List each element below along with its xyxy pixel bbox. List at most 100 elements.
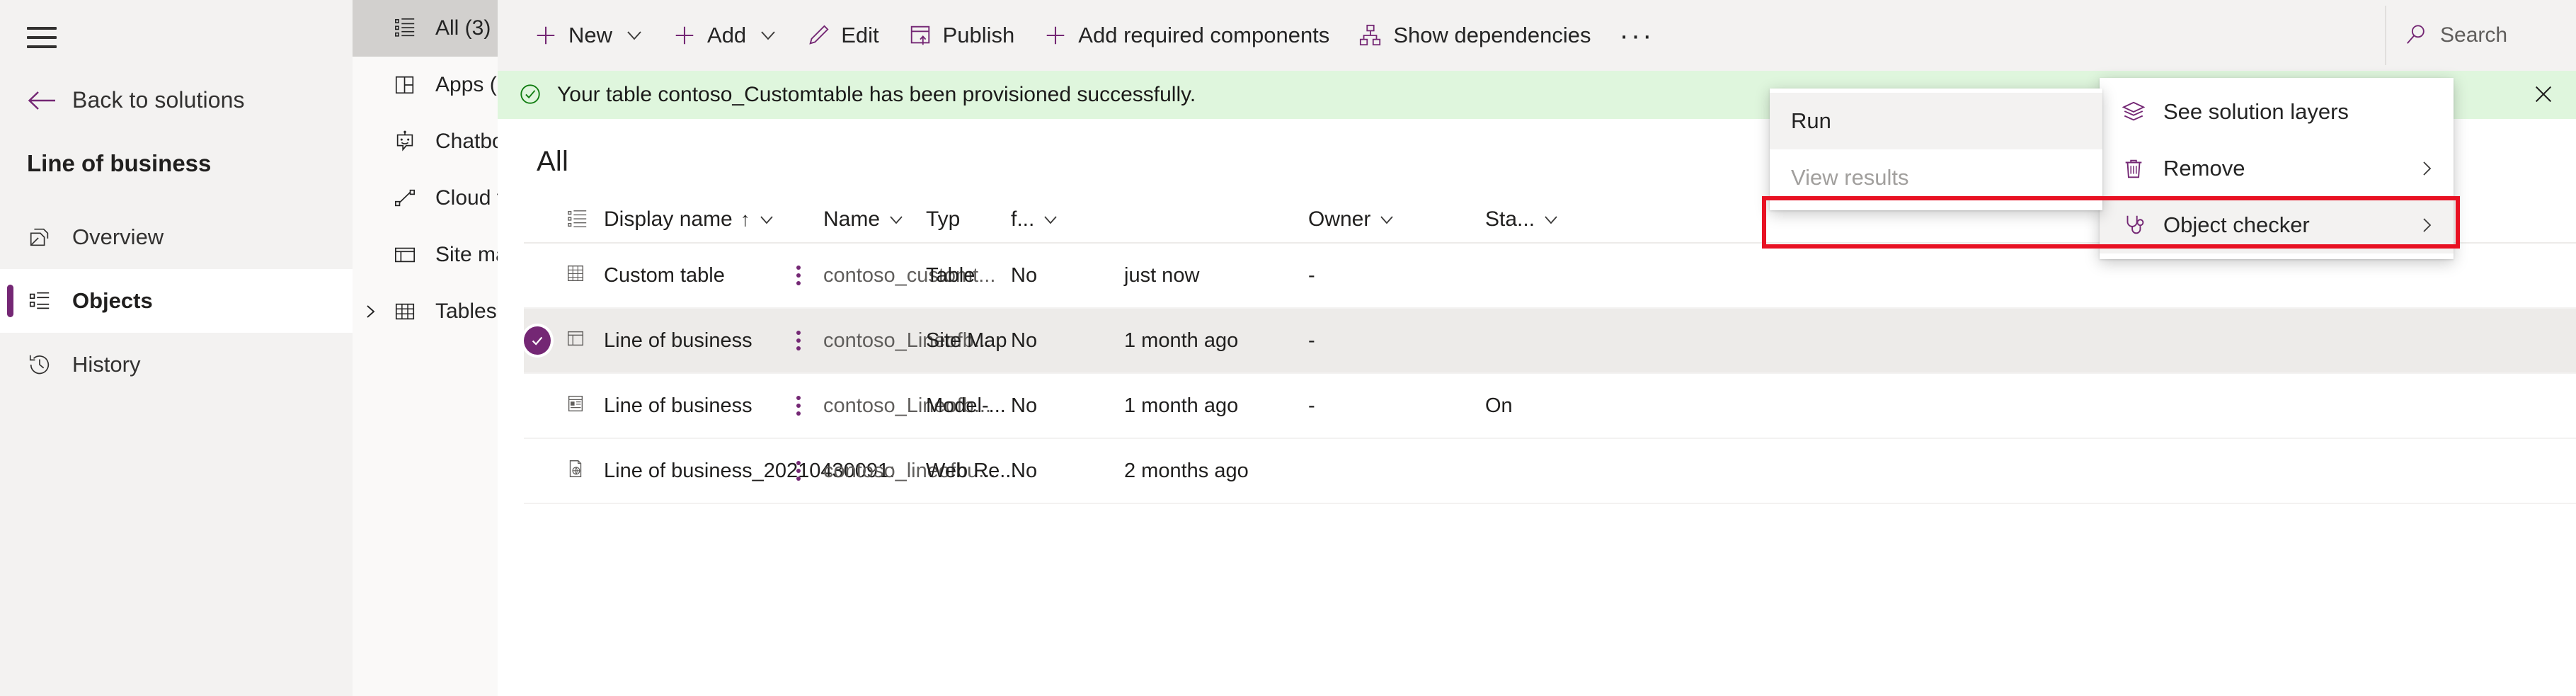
cell-text: 1 month ago bbox=[1124, 394, 1238, 417]
column-label: Display name bbox=[604, 207, 733, 232]
table-row[interactable]: Line of business contoso_Lineofb... Site… bbox=[524, 309, 2576, 374]
cell-type: Model-... bbox=[926, 394, 1011, 418]
cell-name: contoso_Lineofb... bbox=[823, 329, 926, 353]
cell-text: - bbox=[1308, 329, 1315, 352]
cell-status: On bbox=[1485, 394, 1605, 418]
object-checker-submenu: Run View results bbox=[1770, 89, 2102, 210]
cell-display-name[interactable]: Line of business bbox=[604, 394, 774, 418]
cell-text: Site Map bbox=[926, 329, 1007, 352]
row-kebab-menu[interactable] bbox=[774, 266, 823, 285]
row-selected-check-icon[interactable] bbox=[524, 326, 551, 355]
publish-button[interactable]: Publish bbox=[893, 8, 1029, 62]
show-dependencies-button[interactable]: Show dependencies bbox=[1344, 8, 1605, 62]
menu-item-object-checker[interactable]: Object checker bbox=[2100, 197, 2454, 253]
new-button[interactable]: New bbox=[519, 8, 658, 62]
cell-text: No bbox=[1011, 264, 1037, 287]
chevron-down-icon[interactable] bbox=[1042, 211, 1059, 228]
sidebar-item-history[interactable]: History bbox=[0, 333, 353, 397]
cell-modified: 1 month ago bbox=[1124, 329, 1308, 353]
show-dependencies-label: Show dependencies bbox=[1393, 23, 1591, 48]
more-options-icon[interactable] bbox=[796, 396, 801, 416]
row-kebab-menu[interactable] bbox=[774, 396, 823, 416]
column-header-status[interactable]: Sta... bbox=[1485, 207, 1605, 232]
cell-display-name[interactable]: Line of business_20210430091: bbox=[604, 460, 774, 483]
column-header-type[interactable]: Typ bbox=[926, 207, 1011, 232]
select-all-icon-cell[interactable] bbox=[551, 209, 604, 230]
cell-text: Line of business bbox=[604, 394, 752, 417]
cell-owner: - bbox=[1308, 394, 1485, 418]
column-header-name[interactable]: Name bbox=[823, 207, 926, 232]
menu-item-label: See solution layers bbox=[2163, 99, 2349, 125]
cell-type: Site Map bbox=[926, 329, 1011, 353]
cell-text: No bbox=[1011, 460, 1037, 482]
dependencies-icon bbox=[1358, 23, 1383, 48]
pencil-icon bbox=[806, 23, 831, 48]
site-map-icon bbox=[565, 328, 590, 353]
add-required-components-button[interactable]: Add required components bbox=[1029, 8, 1344, 62]
column-header-managed[interactable]: f... bbox=[1011, 207, 1124, 232]
plus-icon bbox=[1043, 23, 1068, 48]
objects-tree-panel: All (3) Apps (1) bbox=[353, 0, 498, 696]
table-row[interactable]: Line of business_20210430091: contoso_li… bbox=[524, 439, 2576, 504]
stethoscope-icon bbox=[2121, 212, 2146, 238]
chevron-down-icon[interactable] bbox=[625, 26, 643, 45]
trash-icon bbox=[2121, 156, 2146, 181]
search-icon bbox=[2405, 23, 2429, 47]
chevron-right-icon[interactable] bbox=[362, 304, 378, 319]
site-map-icon bbox=[393, 243, 417, 267]
chevron-right-icon bbox=[2418, 217, 2435, 234]
sidebar-item-label: History bbox=[72, 352, 140, 377]
chevron-down-icon[interactable] bbox=[1542, 211, 1559, 228]
cell-text: Model-... bbox=[926, 394, 1006, 417]
menu-item-see-solution-layers[interactable]: See solution layers bbox=[2100, 84, 2454, 140]
chevron-down-icon[interactable] bbox=[758, 211, 775, 228]
row-kebab-menu[interactable] bbox=[774, 331, 823, 350]
hamburger-menu-icon[interactable] bbox=[27, 27, 57, 48]
model-driven-app-icon bbox=[565, 393, 590, 418]
add-button[interactable]: Add bbox=[658, 8, 791, 62]
column-header-owner[interactable]: Owner bbox=[1308, 207, 1485, 232]
cell-modified: 2 months ago bbox=[1124, 460, 1308, 483]
edit-button-label: Edit bbox=[841, 23, 878, 48]
chevron-down-icon[interactable] bbox=[888, 211, 905, 228]
row-select-cell[interactable] bbox=[524, 326, 551, 355]
more-options-icon[interactable] bbox=[796, 331, 801, 350]
chevron-down-icon[interactable] bbox=[1378, 211, 1395, 228]
search-input[interactable]: Search bbox=[2385, 6, 2560, 65]
list-icon bbox=[393, 16, 417, 40]
menu-item-remove[interactable]: Remove bbox=[2100, 140, 2454, 197]
close-icon[interactable] bbox=[2532, 83, 2556, 107]
sidebar-item-overview[interactable]: Overview bbox=[0, 205, 353, 269]
submenu-item-run[interactable]: Run bbox=[1770, 93, 2102, 149]
edit-button[interactable]: Edit bbox=[791, 8, 893, 62]
sidebar-item-objects[interactable]: Objects bbox=[0, 269, 353, 333]
search-placeholder: Search bbox=[2440, 23, 2507, 47]
row-type-icon-cell bbox=[551, 263, 604, 288]
overflow-dots-icon: ··· bbox=[1620, 28, 1654, 42]
column-label: Sta... bbox=[1485, 207, 1535, 232]
more-options-icon[interactable] bbox=[796, 266, 801, 285]
column-header-display-name[interactable]: Display name ↑ bbox=[604, 207, 774, 232]
row-kebab-menu[interactable] bbox=[774, 461, 823, 481]
cell-type: Web Re... bbox=[926, 460, 1011, 483]
chevron-down-icon[interactable] bbox=[759, 26, 777, 45]
notification-message: Your table contoso_Customtable has been … bbox=[557, 83, 1196, 107]
overflow-menu-button[interactable]: ··· bbox=[1605, 8, 1668, 62]
column-label: Typ bbox=[926, 207, 960, 232]
table-grid-icon bbox=[393, 299, 417, 324]
row-type-icon-cell bbox=[551, 458, 604, 484]
more-options-icon[interactable] bbox=[796, 461, 801, 481]
hamburger-bar bbox=[27, 45, 57, 48]
overview-icon bbox=[27, 224, 52, 250]
cell-type: Table bbox=[926, 264, 1011, 287]
publish-icon bbox=[908, 23, 933, 48]
plus-icon bbox=[672, 23, 697, 48]
cell-text: 2 months ago bbox=[1124, 460, 1249, 482]
tree-item-label: All (3) bbox=[435, 16, 491, 40]
chevron-right-icon bbox=[2418, 160, 2435, 177]
solution-title: Line of business bbox=[27, 150, 211, 177]
cell-display-name[interactable]: Custom table bbox=[604, 264, 774, 287]
table-row[interactable]: Line of business contoso_Lineofb... Mode… bbox=[524, 374, 2576, 439]
back-to-solutions-link[interactable]: Back to solutions bbox=[27, 87, 245, 113]
cell-display-name[interactable]: Line of business bbox=[604, 329, 774, 353]
